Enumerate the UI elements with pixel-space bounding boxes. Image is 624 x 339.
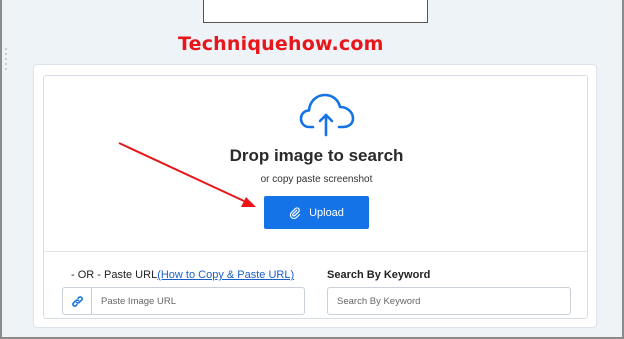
- image-drop-zone[interactable]: Drop image to search or copy paste scree…: [43, 75, 588, 319]
- top-box: [203, 0, 428, 23]
- search-by-keyword-label: Search By Keyword: [327, 269, 431, 281]
- paste-image-url-input[interactable]: [92, 288, 302, 314]
- cloud-upload-icon: [299, 93, 355, 137]
- link-icon-box: [63, 288, 92, 314]
- search-by-keyword-input[interactable]: [328, 288, 570, 314]
- how-to-copy-url-link[interactable]: (How to Copy & Paste URL): [157, 269, 294, 281]
- watermark-text: Techniquehow.com: [178, 33, 384, 55]
- paperclip-icon: [289, 206, 301, 219]
- drop-subtitle: or copy paste screenshot: [260, 174, 373, 185]
- keyword-field: [327, 287, 571, 315]
- scroll-indicator: [5, 48, 7, 70]
- drop-title: Drop image to search: [229, 146, 404, 165]
- paste-url-label: - OR - Paste URL(How to Copy & Paste URL…: [71, 269, 294, 281]
- section-divider: [44, 251, 587, 252]
- paste-url-field: [62, 287, 305, 315]
- upload-button-label: Upload: [309, 206, 344, 219]
- paste-url-label-text: - OR - Paste URL: [71, 269, 158, 281]
- reverse-image-search-card: Drop image to search or copy paste scree…: [33, 64, 597, 328]
- link-icon: [71, 295, 83, 307]
- upload-button[interactable]: Upload: [264, 196, 369, 229]
